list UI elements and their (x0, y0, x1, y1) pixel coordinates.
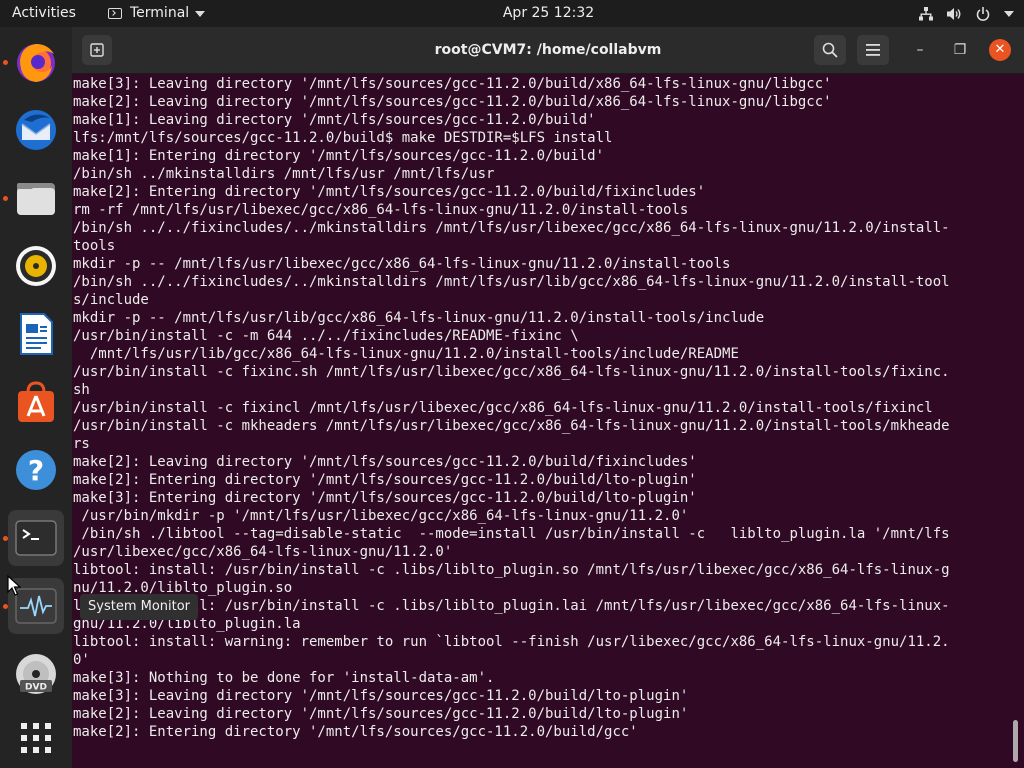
running-indicator (3, 536, 8, 541)
terminal-output[interactable]: make[3]: Leaving directory '/mnt/lfs/sou… (73, 75, 1011, 768)
writer-icon (20, 313, 53, 355)
terminal-line: /usr/bin/install -c mkheaders /mnt/lfs/u… (73, 418, 950, 434)
terminal-line: /usr/libexec/gcc/x86_64-lfs-linux-gnu/11… (73, 544, 453, 560)
terminal-line: /mnt/lfs/usr/lib/gcc/x86_64-lfs-linux-gn… (73, 346, 739, 362)
software-icon (18, 381, 54, 422)
search-icon (822, 42, 838, 58)
terminal-line: /usr/bin/mkdir -p '/mnt/lfs/usr/libexec/… (73, 508, 689, 524)
network-icon (919, 6, 933, 20)
dock-tooltip: System Monitor (80, 594, 199, 620)
close-button[interactable]: ✕ (989, 39, 1011, 61)
dock-item-libreoffice-writer[interactable] (8, 306, 64, 362)
terminal-line: libtool: install: /usr/bin/install -c .l… (73, 562, 950, 578)
rhythmbox-icon (16, 246, 56, 286)
terminal-line: make[2]: Entering directory '/mnt/lfs/so… (73, 184, 706, 200)
dock-item-terminal[interactable] (8, 510, 64, 566)
terminal-line: s/include (73, 292, 149, 308)
terminal-line: 0' (73, 652, 90, 668)
terminal-line: rs (73, 436, 90, 452)
terminal-line: make[2]: Leaving directory '/mnt/lfs/sou… (73, 454, 697, 470)
running-indicator (3, 604, 8, 609)
terminal-line: nu/11.2.0/liblto_plugin.so (73, 580, 293, 596)
header-bar[interactable]: root@CVM7: /home/collabvm – ❐ ✕ (72, 27, 1024, 74)
terminal-line: /usr/bin/install -c fixincl /mnt/lfs/usr… (73, 400, 933, 416)
minimize-button[interactable]: – (908, 35, 932, 65)
terminal-line: make[2]: Entering directory '/mnt/lfs/so… (73, 724, 638, 740)
firefox-icon (17, 44, 55, 82)
terminal-line: make[1]: Leaving directory '/mnt/lfs/sou… (73, 112, 596, 128)
dock: ? DVD (0, 27, 72, 768)
system-tray[interactable] (919, 0, 1014, 27)
terminal-line: /usr/bin/install -c fixinc.sh /mnt/lfs/u… (73, 364, 950, 380)
maximize-button[interactable]: ❐ (948, 35, 972, 65)
dock-item-ubuntu-software[interactable] (8, 374, 64, 430)
terminal-line: sh (73, 382, 90, 398)
svg-text:?: ? (28, 454, 44, 487)
dock-item-dvd-drive[interactable]: DVD (8, 646, 64, 702)
power-icon (976, 6, 990, 21)
terminal-line: /bin/sh ../../fixincludes/../mkinstalldi… (73, 274, 950, 290)
terminal-line: make[3]: Leaving directory '/mnt/lfs/sou… (73, 76, 832, 92)
help-icon: ? (16, 450, 56, 490)
scrollbar[interactable] (1013, 720, 1018, 762)
terminal-line: make[2]: Leaving directory '/mnt/lfs/sou… (73, 94, 832, 110)
files-icon (17, 183, 55, 215)
terminal-line: mkdir -p -- /mnt/lfs/usr/lib/gcc/x86_64-… (73, 310, 765, 326)
terminal-line: libtool: install: /usr/bin/install -c .l… (73, 598, 950, 614)
running-indicator (3, 60, 8, 65)
thunderbird-icon (16, 110, 56, 150)
dock-item-thunderbird[interactable] (8, 102, 64, 158)
terminal-line: /usr/bin/install -c -m 644 ../../fixincl… (73, 328, 579, 344)
terminal-line: libtool: install: warning: remember to r… (73, 634, 950, 650)
dropdown-icon (1004, 10, 1014, 17)
top-bar: Activities Terminal Apr 25 12:32 (0, 0, 1024, 27)
terminal-line: make[3]: Entering directory '/mnt/lfs/so… (73, 490, 697, 506)
clock[interactable]: Apr 25 12:32 (0, 0, 1024, 27)
terminal-line: tools (73, 238, 116, 254)
terminal-line: /bin/sh ../mkinstalldirs /mnt/lfs/usr /m… (73, 166, 495, 182)
dock-item-help[interactable]: ? (8, 442, 64, 498)
dock-item-files[interactable] (8, 170, 64, 226)
terminal-line: lfs:/mnt/lfs/sources/gcc-11.2.0/build$ m… (73, 130, 613, 146)
terminal-window: root@CVM7: /home/collabvm – ❐ ✕ make[3]:… (72, 27, 1024, 768)
dock-item-rhythmbox[interactable] (8, 238, 64, 294)
terminal-line: /bin/sh ../../fixincludes/../mkinstalldi… (73, 220, 950, 236)
volume-icon (947, 7, 961, 20)
running-indicator (3, 196, 8, 201)
search-button[interactable] (814, 35, 846, 65)
terminal-line: make[2]: Entering directory '/mnt/lfs/so… (73, 472, 697, 488)
terminal-icon (15, 520, 57, 556)
terminal-line: make[3]: Nothing to be done for 'install… (73, 670, 495, 686)
terminal-line: gnu/11.2.0/liblto_plugin.la (73, 616, 301, 632)
terminal-line: mkdir -p -- /mnt/lfs/usr/libexec/gcc/x86… (73, 256, 731, 272)
menu-button[interactable] (857, 35, 889, 65)
show-applications-button[interactable] (8, 710, 64, 766)
svg-text:DVD: DVD (25, 683, 47, 693)
terminal-line: rm -rf /mnt/lfs/usr/libexec/gcc/x86_64-l… (73, 202, 689, 218)
terminal-line: /bin/sh ./libtool --tag=disable-static -… (73, 526, 950, 542)
dvd-icon: DVD (16, 654, 56, 694)
mouse-cursor-icon (7, 575, 21, 596)
terminal-line: make[2]: Leaving directory '/mnt/lfs/sou… (73, 706, 689, 722)
terminal-line: make[3]: Leaving directory '/mnt/lfs/sou… (73, 688, 689, 704)
app-grid-icon (21, 723, 51, 753)
hamburger-icon (866, 44, 880, 56)
dock-item-firefox[interactable] (8, 34, 64, 90)
terminal-line: make[1]: Entering directory '/mnt/lfs/so… (73, 148, 605, 164)
